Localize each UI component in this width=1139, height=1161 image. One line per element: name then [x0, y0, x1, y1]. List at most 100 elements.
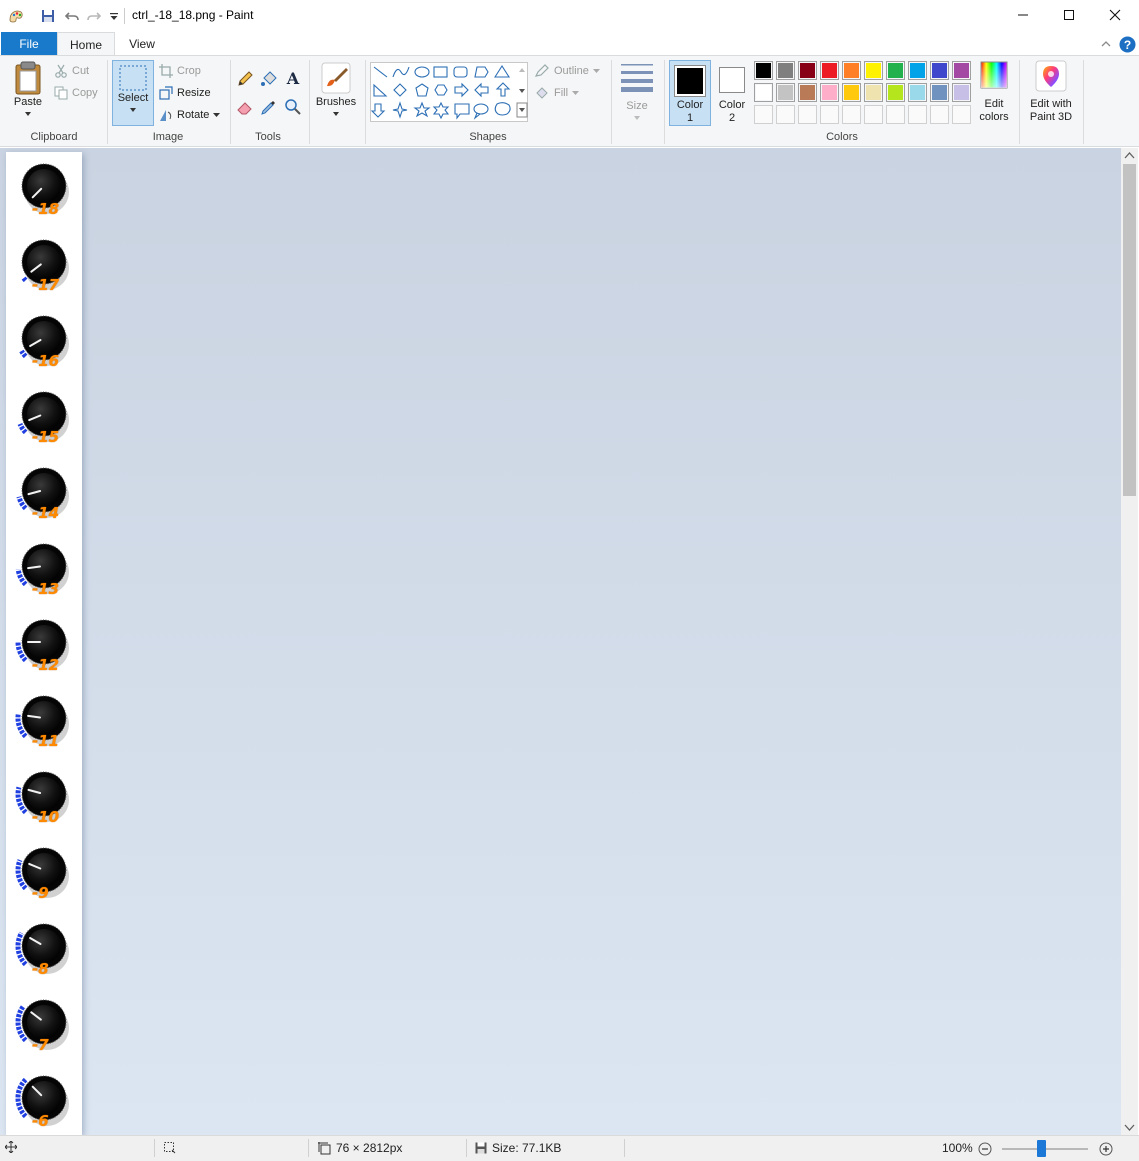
color2-text[interactable]: Color 2: [712, 99, 752, 125]
palette-custom-slot[interactable]: [908, 105, 927, 124]
status-separator: [624, 1139, 625, 1157]
palette-custom-slot[interactable]: [754, 105, 773, 124]
help-icon[interactable]: ?: [1118, 35, 1136, 53]
knob-frame: -13: [12, 532, 74, 604]
close-button[interactable]: [1092, 0, 1138, 30]
color-picker-tool[interactable]: [260, 98, 278, 119]
paste-button[interactable]: Paste: [10, 60, 46, 117]
palette-swatch[interactable]: [820, 61, 839, 80]
status-separator: [466, 1139, 467, 1157]
select-label: Select: [117, 92, 149, 104]
zoom-in-button[interactable]: [1099, 1142, 1113, 1159]
minimize-button[interactable]: [1000, 0, 1046, 30]
knob-value-label: -16: [32, 352, 60, 370]
rotate-button[interactable]: Rotate: [159, 108, 221, 122]
fill-button[interactable]: Fill: [534, 86, 580, 100]
palette-swatch[interactable]: [886, 83, 905, 102]
palette-swatch[interactable]: [776, 61, 795, 80]
fill-tool[interactable]: [260, 70, 278, 91]
paint-app-icon[interactable]: [6, 6, 26, 26]
palette-swatch[interactable]: [842, 83, 861, 102]
vertical-scrollbar[interactable]: [1121, 148, 1138, 1135]
palette-custom-slot[interactable]: [820, 105, 839, 124]
palette-swatch[interactable]: [908, 83, 927, 102]
knob-frame: -15: [12, 380, 74, 452]
palette-swatch[interactable]: [798, 83, 817, 102]
outline-label: Outline: [554, 65, 589, 77]
knob-frame: -14: [12, 456, 74, 528]
eyedropper-icon: [261, 101, 275, 115]
shapes-group-label: Shapes: [469, 131, 507, 143]
tab-home[interactable]: Home: [57, 32, 115, 56]
palette-custom-slot[interactable]: [798, 105, 817, 124]
tools-group-label: Tools: [255, 131, 281, 143]
shapes-gallery[interactable]: [370, 62, 528, 122]
cut-button[interactable]: Cut: [54, 64, 89, 78]
zoom-out-button[interactable]: [978, 1142, 992, 1159]
knob-frame: -16: [12, 304, 74, 376]
brushes-button[interactable]: Brushes: [314, 60, 358, 117]
palette-custom-slot[interactable]: [842, 105, 861, 124]
clipboard-group-label: Clipboard: [30, 131, 78, 143]
palette-swatch[interactable]: [754, 61, 773, 80]
color2-swatch-frame[interactable]: [719, 67, 745, 93]
color2-swatch: [722, 70, 742, 90]
zoom-slider-thumb[interactable]: [1036, 1140, 1046, 1157]
palette-custom-slot[interactable]: [886, 105, 905, 124]
title-bar: ctrl_-18_18.png - Paint: [0, 0, 1139, 32]
palette-custom-slot[interactable]: [952, 105, 971, 124]
crop-button[interactable]: Crop: [159, 64, 201, 78]
magnifier-tool[interactable]: [284, 98, 302, 119]
canvas-workspace[interactable]: -18 -17 -16 -15 -14 -13 -12 -11 -10 -9 -…: [0, 148, 1121, 1135]
palette-swatch[interactable]: [864, 83, 883, 102]
tab-file[interactable]: File: [1, 32, 57, 55]
dimensions-text: 76 × 2812px: [336, 1141, 403, 1155]
palette-custom-slot[interactable]: [864, 105, 883, 124]
palette-swatch[interactable]: [908, 61, 927, 80]
select-button-content[interactable]: Select: [113, 64, 153, 113]
paint-bucket-icon: [261, 71, 277, 86]
palette-swatch[interactable]: [754, 83, 773, 102]
palette-swatch[interactable]: [952, 61, 971, 80]
palette-swatch[interactable]: [798, 61, 817, 80]
scroll-up-icon[interactable]: [1124, 151, 1135, 160]
text-tool[interactable]: A: [284, 69, 302, 90]
palette-swatch[interactable]: [930, 61, 949, 80]
color1-swatch-frame: [674, 65, 706, 97]
tab-view[interactable]: View: [118, 32, 166, 55]
copy-button[interactable]: Copy: [54, 86, 98, 100]
scroll-down-icon[interactable]: [1124, 1123, 1135, 1132]
palette-custom-slot[interactable]: [930, 105, 949, 124]
palette-swatch[interactable]: [820, 83, 839, 102]
size-button[interactable]: Size: [618, 62, 656, 121]
scrollbar-thumb[interactable]: [1123, 164, 1136, 496]
outline-icon: [534, 64, 549, 77]
palette-swatch[interactable]: [930, 83, 949, 102]
edit-colors-label-2: colors: [979, 111, 1009, 123]
undo-icon[interactable]: [62, 6, 82, 26]
palette-swatch[interactable]: [776, 83, 795, 102]
maximize-button[interactable]: [1046, 0, 1092, 30]
knob-frame: -7: [12, 988, 74, 1060]
select-dropdown-icon: [130, 108, 136, 112]
outline-button[interactable]: Outline: [534, 64, 600, 78]
colors-group-label: Colors: [826, 131, 858, 143]
paint3d-icon: [1035, 60, 1067, 92]
customize-quick-access-icon[interactable]: [104, 6, 124, 26]
image-canvas[interactable]: -18 -17 -16 -15 -14 -13 -12 -11 -10 -9 -…: [6, 152, 82, 1135]
redo-icon[interactable]: [84, 6, 104, 26]
palette-swatch[interactable]: [864, 61, 883, 80]
pencil-tool[interactable]: [236, 70, 254, 91]
palette-swatch[interactable]: [842, 61, 861, 80]
edit-with-paint3d-button[interactable]: Edit with Paint 3D: [1024, 60, 1078, 124]
eraser-tool[interactable]: [236, 98, 254, 119]
save-icon[interactable]: [38, 6, 58, 26]
palette-swatch[interactable]: [952, 83, 971, 102]
resize-button[interactable]: Resize: [159, 86, 211, 100]
palette-custom-slot[interactable]: [776, 105, 795, 124]
crop-icon: [159, 64, 173, 78]
collapse-ribbon-icon[interactable]: [1097, 35, 1115, 53]
edit-colors-button[interactable]: Edit colors: [976, 60, 1012, 124]
palette-swatch[interactable]: [886, 61, 905, 80]
zoom-level: 100%: [942, 1141, 973, 1155]
